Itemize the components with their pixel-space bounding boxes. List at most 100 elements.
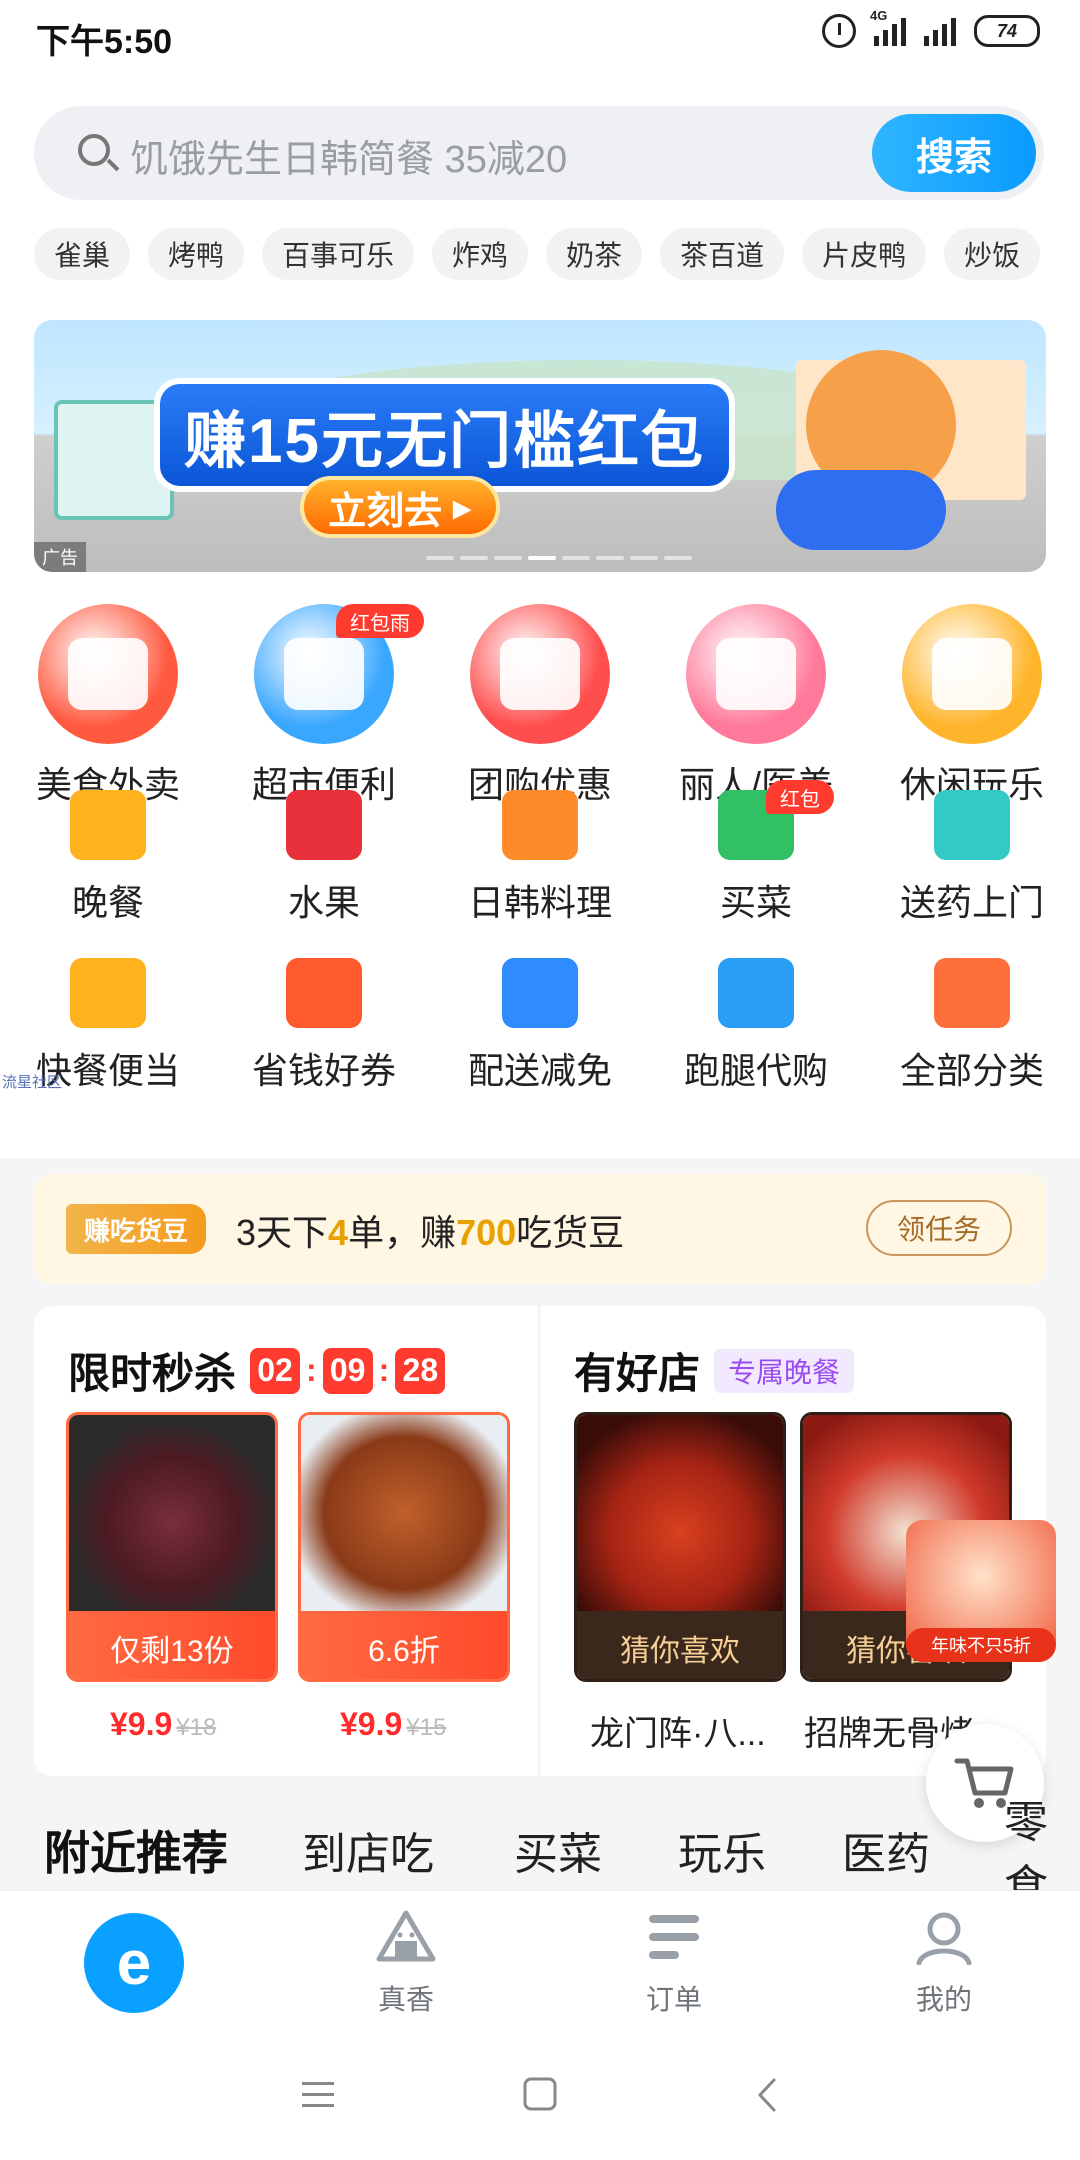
eggplant-dish-image (69, 1415, 275, 1611)
home-logo-button[interactable]: e (84, 1913, 184, 2013)
status-bar: 下午5:50 4G 74 (0, 0, 1080, 68)
roast-chicken-glyph (68, 638, 148, 710)
divider (538, 1306, 540, 1776)
item-caption: 6.6折 (301, 1611, 507, 1679)
coupon-bag-icon (470, 604, 610, 744)
category-label: 日韩料理 (467, 882, 612, 923)
search-chip[interactable]: 茶百道 (660, 228, 785, 280)
category-shopping-bag[interactable]: 跑腿代购 (648, 958, 864, 1094)
status-icons: 4G 74 (822, 8, 1040, 48)
search-chip[interactable]: 百事可乐 (262, 228, 415, 280)
task-card[interactable]: 赚吃货豆 3天下4单，赚700吃货豆 领任务 (34, 1174, 1046, 1284)
system-nav-bar (0, 2030, 1080, 2160)
shop-item[interactable]: 猜你喜欢 (574, 1412, 786, 1682)
countdown-timer: 02: 09: 28 (250, 1347, 446, 1394)
task-tag: 赚吃货豆 (66, 1204, 207, 1254)
banner-cta-button[interactable]: 立刻去 ▸ (300, 476, 500, 538)
feed-tabs: 附近推荐 到店吃 买菜 玩乐 医药 零食 (0, 1798, 1080, 1911)
search-chip[interactable]: 片皮鸭 (802, 228, 927, 280)
search-bar[interactable]: 饥饿先生日韩简餐 35减20 搜索 (34, 106, 1044, 200)
back-icon[interactable] (752, 2076, 782, 2114)
category-yen-coupon[interactable]: 省钱好券 (216, 958, 432, 1094)
gamepad-glyph (932, 638, 1012, 710)
category-vegetable-basket[interactable]: 买菜 红包 (648, 780, 864, 926)
category-medicine-box[interactable]: 送药上门 (864, 790, 1080, 926)
item-caption: 仅剩13份 (69, 1611, 275, 1679)
battery-icon: 74 (974, 15, 1040, 47)
search-chip[interactable]: 烤鸭 (148, 228, 245, 280)
hot-search-chips: 雀巢 烤鸭 百事可乐 炸鸡 奶茶 茶百道 片皮鸭 炒饭 (34, 228, 1041, 280)
category-cherry[interactable]: 水果 (216, 790, 432, 926)
category-scooter[interactable]: 配送减免 (432, 958, 648, 1094)
category-sushi[interactable]: 日韩料理 (432, 790, 648, 926)
claim-task-button[interactable]: 领任务 (866, 1200, 1012, 1256)
floating-ad-label: 年味不只5折 (906, 1628, 1056, 1662)
category-gamepad[interactable]: 休闲玩乐 (864, 604, 1080, 808)
search-chip[interactable]: 雀巢 (34, 228, 131, 280)
category-all-categories[interactable]: 全部分类 (864, 958, 1080, 1094)
red-packet-badge: 红包雨 (336, 604, 424, 638)
signal-4g-icon: 4G (870, 8, 906, 46)
floating-ad[interactable]: 年味不只5折 (906, 1520, 1056, 1662)
profile-icon (916, 1912, 972, 1966)
category-grid: 美食外卖 超市便利 红包雨 团购优惠 丽人/医美 休闲玩乐 晚餐 水果 日韩料理 买菜 红包送药上… (0, 578, 1080, 1158)
red-packet-badge: 红包 (766, 780, 834, 814)
good-shops-title: 有好店 (574, 1350, 701, 1397)
order-list-icon (649, 1915, 699, 1959)
shop-name: 龙门阵·八... (590, 1715, 766, 1753)
category-label: 全部分类 (899, 1050, 1044, 1091)
nav-item-profile[interactable]: 我的 (884, 1909, 1004, 2018)
flash-sale-item[interactable]: 6.6折 (298, 1412, 510, 1682)
tab-nearby[interactable]: 附近推荐 (44, 1817, 228, 1883)
category-face[interactable]: 丽人/医美 (648, 604, 864, 808)
flash-sale-item[interactable]: 仅剩13份 (66, 1412, 278, 1682)
carousel-indicator (426, 556, 692, 560)
lunch-box-icon (70, 958, 146, 1028)
yen-coupon-icon (286, 958, 362, 1028)
nav-label: 我的 (915, 1984, 972, 2015)
nav-item-orders[interactable]: 订单 (614, 1909, 734, 2018)
category-label: 买菜 (719, 882, 792, 923)
search-input[interactable]: 饥饿先生日韩简餐 35减20 (130, 128, 567, 183)
promo-banner[interactable]: 赚15元无门槛红包 立刻去 ▸ 广告 (34, 320, 1046, 572)
bottom-nav: e 真香 订单 我的 (0, 1890, 1080, 2030)
alarm-icon (822, 14, 856, 48)
grilled-fish-image (301, 1415, 507, 1611)
item-price: ¥9.9 ¥18 (110, 1706, 217, 1742)
nav-label: 真香 (377, 1984, 434, 2015)
tab-dine-in[interactable]: 到店吃 (302, 1818, 434, 1882)
item-price: ¥9.9 ¥15 (340, 1706, 447, 1742)
home-square-icon[interactable] (522, 2076, 558, 2112)
banner-title: 赚15元无门槛红包 (154, 378, 735, 492)
tab-fun[interactable]: 玩乐 (678, 1818, 766, 1882)
menu-icon[interactable] (300, 2078, 336, 2112)
category-label: 晚餐 (71, 882, 144, 923)
tab-groceries[interactable]: 买菜 (514, 1818, 602, 1882)
category-label: 送药上门 (899, 882, 1044, 923)
category-bowl[interactable]: 晚餐 (0, 790, 216, 926)
category-coupon-bag[interactable]: 团购优惠 (432, 604, 648, 808)
category-store[interactable]: 超市便利 红包雨 (216, 604, 432, 808)
search-icon (78, 134, 110, 166)
tab-pharmacy[interactable]: 医药 (842, 1818, 930, 1882)
search-chip[interactable]: 炸鸡 (432, 228, 529, 280)
status-time: 下午5:50 (36, 23, 173, 61)
flash-sale-title: 限时秒杀 (68, 1350, 237, 1397)
nav-item-zhenxiang[interactable]: 真香 (346, 1909, 466, 2018)
secondary-category-row: 快餐便当 省钱好券 配送减免 跑腿代购 全部分类 (0, 958, 1080, 1094)
medicine-box-icon (934, 790, 1010, 860)
store-glyph (284, 638, 364, 710)
hotpot-dish-image (577, 1415, 783, 1611)
search-button[interactable]: 搜索 (872, 114, 1036, 192)
good-shops-header[interactable]: 有好店 专属晚餐 (574, 1340, 855, 1401)
flash-sale-header[interactable]: 限时秒杀 02: 09: 28 (68, 1340, 446, 1401)
shopping-bag-icon (718, 958, 794, 1028)
good-shops-badge: 专属晚餐 (714, 1348, 855, 1393)
search-chip[interactable]: 炒饭 (944, 228, 1041, 280)
secondary-category-row: 晚餐 水果 日韩料理 买菜 红包送药上门 (0, 780, 1080, 926)
task-text: 3天下4单，赚700吃货豆 (236, 1212, 625, 1253)
nav-label: 订单 (645, 1984, 702, 2015)
search-chip[interactable]: 奶茶 (546, 228, 643, 280)
sushi-icon (502, 790, 578, 860)
category-roast-chicken[interactable]: 美食外卖 (0, 604, 216, 808)
